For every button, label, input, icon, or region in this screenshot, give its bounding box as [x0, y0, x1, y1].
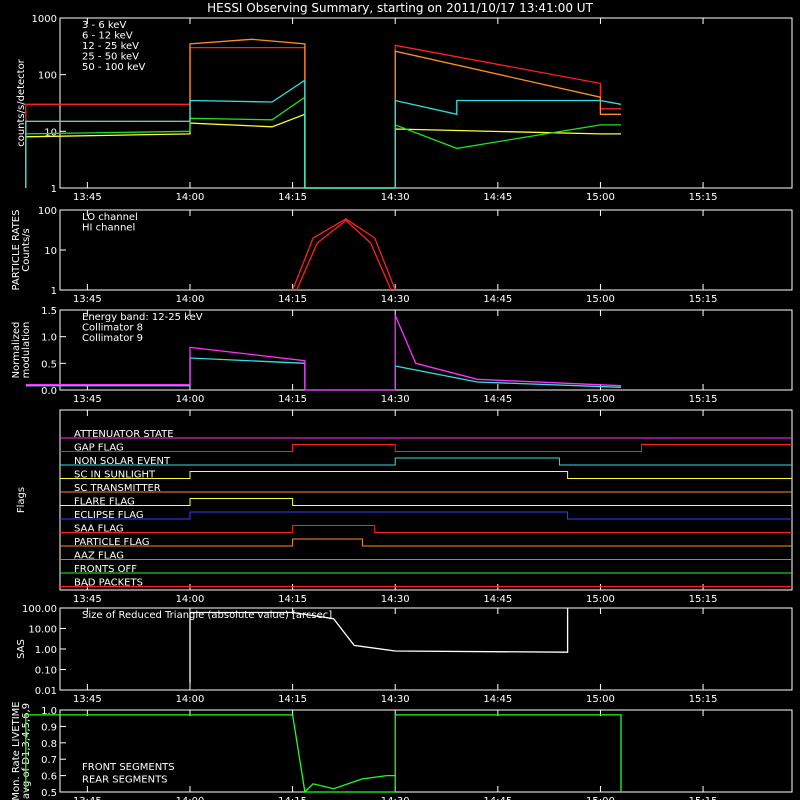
y-tick-label-count-rates: 1000 — [32, 14, 57, 25]
x-tick-label-count-rates: 14:00 — [176, 192, 205, 203]
x-tick-label-count-rates: 15:15 — [689, 192, 718, 203]
legend-entry: FRONT SEGMENTS — [82, 762, 175, 773]
legend-entry: 6 - 12 keV — [82, 31, 133, 42]
y-tick-label-count-rates: 100 — [38, 71, 57, 82]
x-tick-label-sas: 15:00 — [586, 694, 615, 705]
legend-entry: 50 - 100 keV — [82, 62, 146, 73]
x-tick-label-particle-rates: 14:00 — [176, 294, 205, 305]
y-tick-label-particle-rates: 100 — [38, 206, 57, 217]
flag-line — [60, 511, 792, 520]
legend-entry: 3 - 6 keV — [82, 20, 126, 31]
flag-line — [60, 498, 792, 506]
x-tick-label-flags: 14:15 — [278, 594, 307, 605]
flag-line — [60, 444, 792, 452]
y-tick-label-sas: 0.01 — [35, 686, 57, 697]
y-tick-label-modulation: 1.0 — [41, 333, 57, 344]
y-axis-label-particle-rates: Counts/s — [21, 228, 32, 272]
panel-frame-count-rates — [59, 17, 793, 189]
x-tick-label-sas: 13:45 — [73, 694, 102, 705]
y-axis-label-modulation: modulation — [21, 322, 32, 379]
series-line-50-100-kev — [25, 78, 622, 189]
y-tick-label-particle-rates: 1 — [51, 286, 57, 297]
x-tick-label-livetime: 14:15 — [278, 796, 307, 800]
x-tick-label-sas: 14:15 — [278, 694, 307, 705]
x-tick-label-sas: 15:15 — [689, 694, 718, 705]
y-tick-label-count-rates: 1 — [51, 184, 57, 195]
series-line-hi-channel — [296, 219, 392, 291]
y-axis-label-livetime: avg of D1,3,4,5,6,9 — [21, 703, 32, 799]
x-tick-label-livetime: 13:45 — [73, 796, 102, 800]
legend-entry: Collimator 8 — [82, 323, 143, 334]
y-tick-label-modulation: 0.0 — [41, 386, 57, 397]
y-tick-label-sas: 1.00 — [35, 645, 57, 656]
x-tick-label-sas: 14:45 — [483, 694, 512, 705]
series-line-25-50-kev — [25, 95, 621, 189]
x-tick-label-count-rates: 14:30 — [381, 192, 410, 203]
panel-frame-particle-rates — [59, 209, 793, 291]
x-tick-label-particle-rates: 15:15 — [689, 294, 718, 305]
y-axis-label-sas: SAS — [16, 639, 27, 659]
x-tick-label-modulation: 15:15 — [689, 394, 718, 405]
x-tick-label-flags: 15:00 — [586, 594, 615, 605]
legend-entry: Size of Reduced Triangle (absolute value… — [82, 610, 332, 621]
x-tick-label-modulation: 14:45 — [483, 394, 512, 405]
flag-line — [60, 525, 792, 533]
x-tick-label-modulation: 14:15 — [278, 394, 307, 405]
y-tick-label-sas: 100.00 — [22, 604, 57, 615]
y-tick-label-livetime: 0.6 — [41, 772, 57, 783]
x-tick-label-count-rates: 14:45 — [483, 192, 512, 203]
x-tick-label-count-rates: 15:00 — [586, 192, 615, 203]
y-tick-label-livetime: 0.7 — [41, 755, 57, 766]
x-tick-label-modulation: 13:45 — [73, 394, 102, 405]
legend-entry: LO channel — [82, 212, 138, 223]
x-tick-label-livetime: 15:00 — [586, 796, 615, 800]
x-tick-label-sas: 14:30 — [381, 694, 410, 705]
chart-title: HESSI Observing Summary, starting on 201… — [207, 1, 593, 15]
x-tick-label-livetime: 14:45 — [483, 796, 512, 800]
y-axis-label-flags: Flags — [16, 487, 27, 513]
legend-entry: HI channel — [82, 223, 135, 234]
series-line-12-25-kev — [25, 113, 621, 189]
flag-line — [60, 538, 792, 547]
panel-frame-livetime — [59, 709, 793, 793]
x-tick-label-livetime: 14:00 — [176, 796, 205, 800]
x-tick-label-particle-rates: 13:45 — [73, 294, 102, 305]
x-tick-label-particle-rates: 15:00 — [586, 294, 615, 305]
x-tick-label-modulation: 15:00 — [586, 394, 615, 405]
y-tick-label-modulation: 0.5 — [41, 359, 57, 370]
y-tick-label-particle-rates: 10 — [44, 246, 57, 257]
x-tick-label-flags: 14:30 — [381, 594, 410, 605]
legend-entry: REAR SEGMENTS — [82, 775, 168, 786]
legend-entry: 12 - 25 keV — [82, 41, 139, 52]
y-tick-label-modulation: 1.5 — [41, 306, 57, 317]
y-tick-label-sas: 0.10 — [35, 666, 57, 677]
hessi-summary-chart: HESSI Observing Summary, starting on 201… — [11, 1, 793, 800]
x-tick-label-flags: 14:00 — [176, 594, 205, 605]
y-tick-label-livetime: 0.9 — [41, 722, 57, 733]
x-tick-label-modulation: 14:00 — [176, 394, 205, 405]
x-tick-label-flags: 14:45 — [483, 594, 512, 605]
x-tick-label-flags: 15:15 — [689, 594, 718, 605]
x-tick-label-count-rates: 13:45 — [73, 192, 102, 203]
x-tick-label-flags: 13:45 — [73, 594, 102, 605]
x-tick-label-particle-rates: 14:15 — [278, 294, 307, 305]
x-tick-label-particle-rates: 14:30 — [381, 294, 410, 305]
x-tick-label-sas: 14:00 — [176, 694, 205, 705]
legend-entry: Energy band: 12-25 keV — [82, 312, 203, 323]
flag-line — [60, 471, 792, 479]
x-tick-label-livetime: 15:15 — [689, 796, 718, 800]
x-tick-label-particle-rates: 14:45 — [483, 294, 512, 305]
y-tick-label-sas: 10.00 — [28, 625, 57, 636]
legend-entry: Collimator 9 — [82, 333, 143, 344]
x-tick-label-livetime: 14:30 — [381, 796, 410, 800]
y-tick-label-livetime: 0.5 — [41, 788, 57, 799]
x-tick-label-count-rates: 14:15 — [278, 192, 307, 203]
series-line-lo-channel — [291, 218, 396, 291]
y-tick-label-livetime: 0.8 — [41, 739, 57, 750]
legend-entry: 25 - 50 keV — [82, 52, 139, 63]
series-line-rear-segments — [304, 774, 396, 793]
x-tick-label-modulation: 14:30 — [381, 394, 410, 405]
